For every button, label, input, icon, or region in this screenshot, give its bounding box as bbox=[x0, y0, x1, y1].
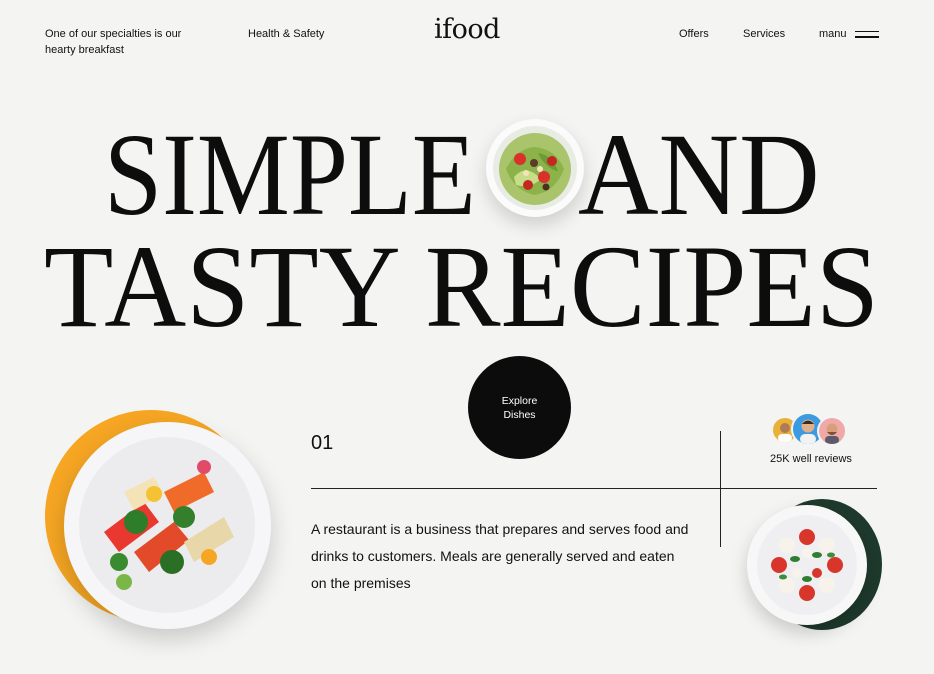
site-logo[interactable]: ifood bbox=[0, 14, 934, 45]
section-description: A restaurant is a business that prepares… bbox=[311, 521, 689, 591]
caprese-plate-image bbox=[747, 505, 867, 625]
offers-link[interactable]: Offers bbox=[679, 26, 709, 42]
sashimi-plate-image bbox=[64, 422, 271, 629]
hamburger-icon bbox=[854, 30, 879, 38]
menu-label: manu bbox=[819, 28, 847, 40]
explore-dishes-label: Explore Dishes bbox=[501, 394, 538, 421]
headline-and: AND bbox=[578, 109, 820, 240]
services-link[interactable]: Services bbox=[743, 26, 785, 42]
salad-bowl-image bbox=[486, 119, 584, 217]
explore-dishes-button[interactable]: Explore Dishes bbox=[468, 356, 571, 459]
vertical-divider bbox=[720, 431, 721, 547]
headline-tasty-recipes: TASTY RECIPES bbox=[44, 221, 880, 352]
reviewer-avatars bbox=[771, 412, 851, 448]
avatar bbox=[817, 416, 847, 446]
headline-simple: SIMPLE bbox=[104, 109, 476, 240]
horizontal-divider bbox=[311, 488, 877, 489]
section-number: 01 bbox=[311, 432, 334, 454]
menu-button[interactable]: manu bbox=[819, 26, 879, 42]
reviews-count: 25K well reviews bbox=[770, 453, 852, 465]
